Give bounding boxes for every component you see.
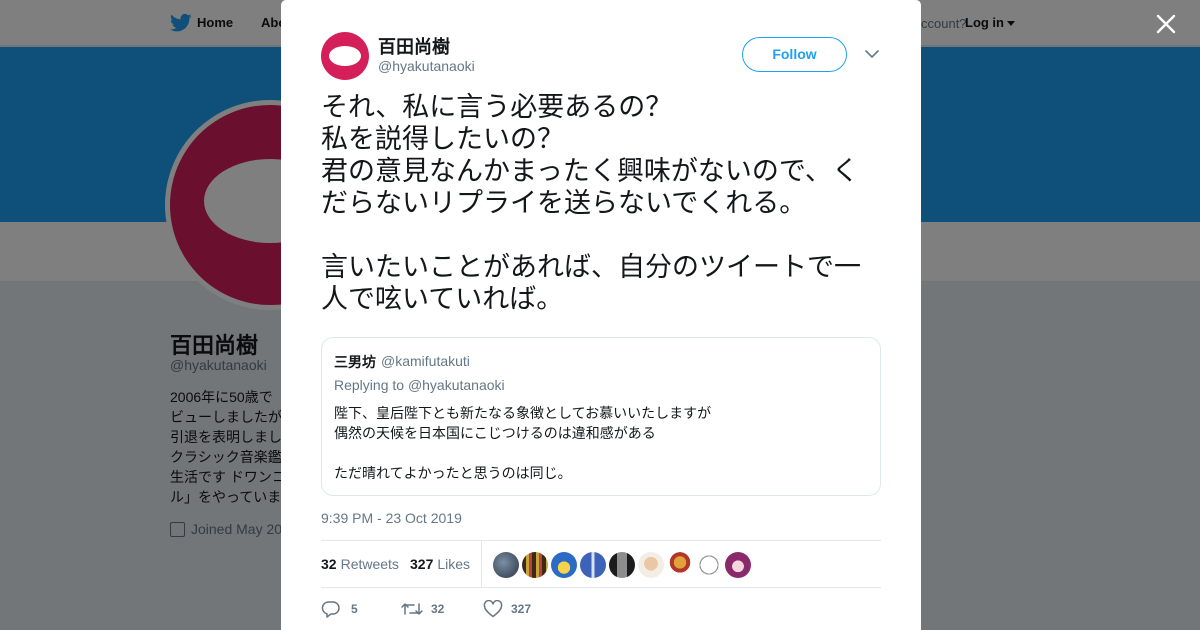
tweet-line: だらないリプライを送らないでくれる。	[321, 188, 807, 219]
liker-avatar[interactable]	[580, 552, 606, 578]
likes-stat[interactable]: 327 Likes	[410, 556, 470, 572]
tweet-modal: 百田尚樹 @hyakutanaoki Follow それ、私に言う必要あるの？ …	[281, 0, 921, 630]
likes-count: 327	[410, 556, 434, 572]
tweet-stats: 32 Retweets 327 Likes	[321, 540, 881, 588]
reply-icon	[321, 601, 340, 618]
liker-avatar[interactable]	[493, 552, 519, 578]
liker-avatar[interactable]	[696, 552, 722, 578]
retweets-stat[interactable]: 32 Retweets	[321, 556, 399, 572]
retweet-action[interactable]: 32	[401, 600, 446, 620]
quoted-author-handle: @kamifutakuti	[381, 353, 470, 369]
chevron-down-icon[interactable]	[864, 48, 880, 60]
liker-avatar[interactable]	[609, 552, 635, 578]
heart-icon	[483, 600, 503, 618]
quoted-tweet[interactable]: 三男坊 @kamifutakuti Replying to @hyakutana…	[321, 337, 881, 496]
retweets-count: 32	[321, 556, 337, 572]
retweet-icon	[401, 603, 423, 615]
like-action[interactable]: 327	[483, 600, 543, 620]
quoted-tweet-body: 陛下、皇后陛下とも新たなる象徴としてお慕いいたしますが 偶然の天候を日本国にこじ…	[334, 404, 711, 484]
retweet-count: 32	[431, 602, 445, 616]
author-name[interactable]: 百田尚樹	[378, 33, 450, 59]
retweets-label: Retweets	[340, 556, 399, 572]
tweet-line: 君の意見なんかまったく興味がないので、く	[321, 156, 859, 187]
quote-line: 偶然の天候を日本国にこじつけるのは違和感がある	[334, 426, 656, 442]
reply-action[interactable]: 5	[321, 600, 361, 620]
replying-to: Replying to @hyakutanaoki	[334, 377, 505, 393]
stats-divider	[481, 541, 482, 588]
liker-avatar[interactable]	[667, 552, 693, 578]
tweet-text: それ、私に言う必要あるの？ 私を説得したいの？ 君の意見なんかまったく興味がない…	[321, 92, 891, 316]
quoted-author-name: 三男坊	[334, 355, 376, 371]
liker-avatar[interactable]	[725, 552, 751, 578]
author-handle[interactable]: @hyakutanaoki	[378, 58, 475, 74]
tweet-line: 人で呟いていれば。	[321, 284, 564, 315]
reply-count: 5	[351, 602, 358, 616]
like-count: 327	[511, 602, 532, 616]
quote-blank-line	[334, 444, 711, 464]
liker-avatar[interactable]	[551, 552, 577, 578]
tweet-line: 言いたいことがあれば、自分のツイートで一	[321, 252, 861, 283]
liker-avatar[interactable]	[522, 552, 548, 578]
follow-button[interactable]: Follow	[742, 37, 847, 72]
close-icon[interactable]	[1154, 12, 1178, 36]
quote-line: ただ晴れてよかったと思うのは同じ。	[334, 466, 572, 482]
likes-label: Likes	[437, 556, 471, 572]
replying-handle-link[interactable]: @hyakutanaoki	[408, 377, 505, 393]
tweet-line: それ、私に言う必要あるの？	[321, 92, 673, 123]
quote-line: 陛下、皇后陛下とも新たなる象徴としてお慕いいたしますが	[334, 406, 712, 422]
tweet-timestamp[interactable]: 9:39 PM - 23 Oct 2019	[321, 510, 462, 526]
tweet-line: 私を説得したいの？	[321, 124, 564, 155]
author-avatar[interactable]	[321, 32, 369, 80]
replying-prefix: Replying to	[334, 377, 405, 393]
liker-avatar[interactable]	[638, 552, 664, 578]
